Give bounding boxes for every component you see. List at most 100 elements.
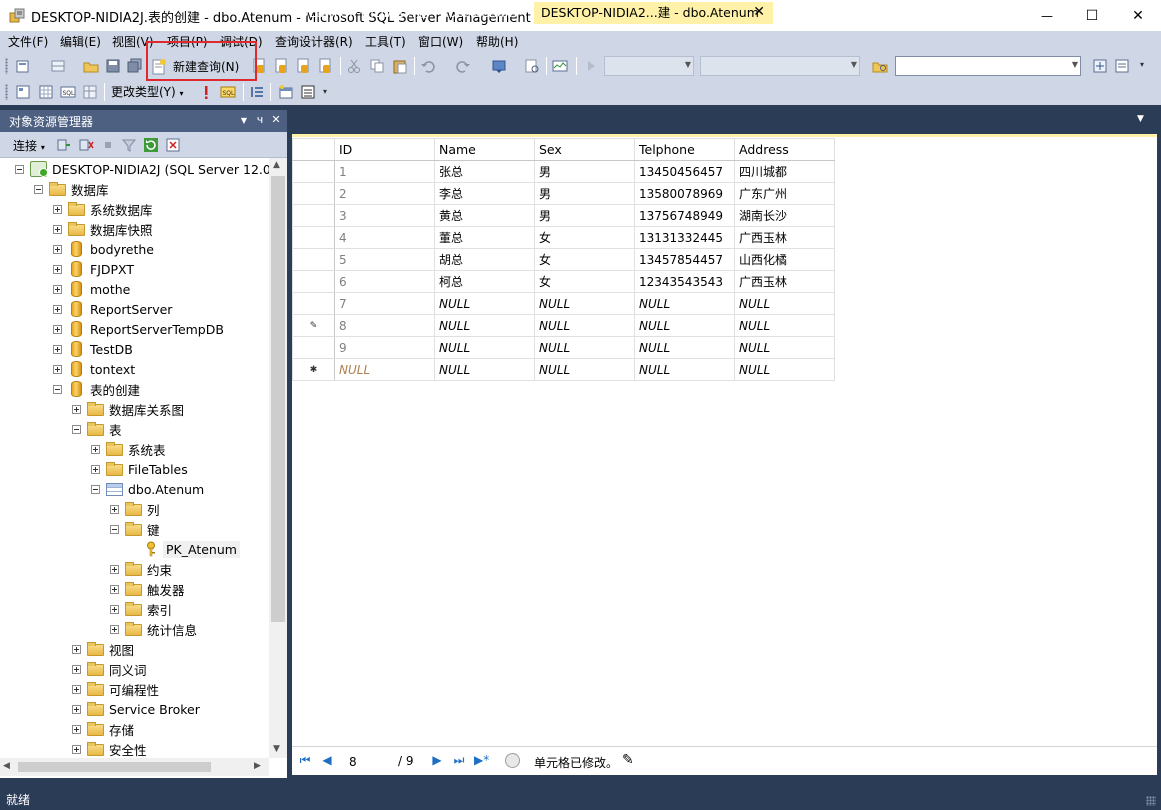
menu-tools[interactable]: 工具(T) bbox=[362, 31, 409, 53]
new-derived-table-icon[interactable] bbox=[299, 83, 317, 101]
expand-icon[interactable] bbox=[53, 284, 62, 294]
grid-cell[interactable]: 柯总 bbox=[434, 270, 535, 293]
row-header-corner[interactable] bbox=[292, 138, 335, 161]
grid-cell[interactable]: 广西玉林 bbox=[734, 226, 835, 249]
grid-cell[interactable]: 女 bbox=[534, 270, 635, 293]
cut-icon[interactable] bbox=[345, 57, 363, 75]
column-header[interactable]: ID bbox=[334, 138, 435, 161]
grid-cell[interactable]: 男 bbox=[534, 182, 635, 205]
tree-node-database[interactable]: ReportServerTempDB bbox=[53, 319, 224, 339]
save-icon[interactable] bbox=[104, 57, 122, 75]
row-selector[interactable] bbox=[292, 204, 335, 227]
solution-config-dropdown[interactable]: ▼ bbox=[604, 56, 694, 76]
tree-node-statistics[interactable]: 统计信息 bbox=[110, 619, 197, 639]
grid-cell[interactable]: NULL bbox=[334, 358, 435, 381]
column-header[interactable]: Address bbox=[734, 138, 835, 161]
tree-node-security[interactable]: 安全性 bbox=[72, 739, 147, 758]
activity-monitor-icon[interactable] bbox=[551, 57, 569, 75]
add-table-icon[interactable] bbox=[277, 83, 295, 101]
new-record-icon[interactable]: ▶* bbox=[474, 753, 489, 769]
row-selector[interactable] bbox=[292, 270, 335, 293]
save-all-icon[interactable] bbox=[126, 57, 144, 75]
expand-icon[interactable] bbox=[53, 264, 62, 274]
show-criteria-pane-icon[interactable] bbox=[37, 83, 55, 101]
stop-icon[interactable] bbox=[505, 753, 520, 768]
collapse-icon[interactable] bbox=[72, 424, 81, 434]
grid-cell[interactable]: 董总 bbox=[434, 226, 535, 249]
grid-cell[interactable]: 5 bbox=[334, 248, 435, 271]
grid-cell[interactable]: 13580078969 bbox=[634, 182, 735, 205]
tree-node-synonyms[interactable]: 同义词 bbox=[72, 659, 147, 679]
menu-edit[interactable]: 编辑(E) bbox=[57, 31, 104, 53]
expand-icon[interactable] bbox=[53, 224, 62, 234]
current-row-input[interactable]: 8 bbox=[344, 752, 390, 771]
row-selector[interactable]: ✱ bbox=[292, 358, 335, 381]
row-selector[interactable] bbox=[292, 182, 335, 205]
dmx-query-icon[interactable] bbox=[294, 57, 312, 75]
row-selector[interactable] bbox=[292, 292, 335, 315]
add-item-icon[interactable] bbox=[49, 57, 67, 75]
expand-icon[interactable] bbox=[110, 504, 119, 514]
row-selector[interactable] bbox=[292, 226, 335, 249]
pin-icon[interactable]: ч bbox=[253, 113, 267, 129]
open-folder-icon[interactable] bbox=[82, 57, 100, 75]
menu-help[interactable]: 帮助(H) bbox=[473, 31, 521, 53]
grid-cell[interactable]: NULL bbox=[534, 292, 635, 315]
grid-cell[interactable]: 12343543543 bbox=[634, 270, 735, 293]
tree-node-storage[interactable]: 存储 bbox=[72, 719, 134, 739]
show-sql-pane-icon[interactable]: SQL bbox=[59, 83, 77, 101]
grid-cell[interactable]: 13756748949 bbox=[634, 204, 735, 227]
tree-node-primary-key[interactable]: PK_Atenum bbox=[144, 539, 240, 559]
previous-record-icon[interactable]: ◀ bbox=[320, 753, 334, 769]
expand-icon[interactable] bbox=[53, 364, 62, 374]
connect-button[interactable]: 连接 ▾ bbox=[13, 137, 45, 154]
grid-cell[interactable]: 广西玉林 bbox=[734, 270, 835, 293]
copy-icon[interactable] bbox=[368, 57, 386, 75]
toolbar-grip[interactable] bbox=[5, 84, 8, 100]
expand-icon[interactable] bbox=[91, 444, 100, 454]
menu-query-designer[interactable]: 查询设计器(R) bbox=[272, 31, 356, 53]
grid-cell[interactable]: NULL bbox=[634, 336, 735, 359]
maximize-button[interactable]: ☐ bbox=[1069, 0, 1115, 31]
grid-cell[interactable]: NULL bbox=[634, 314, 735, 337]
expand-icon[interactable] bbox=[53, 344, 62, 354]
expand-icon[interactable] bbox=[72, 644, 81, 654]
navigate-icon[interactable] bbox=[490, 57, 508, 75]
scroll-right-icon[interactable]: ▶ bbox=[254, 761, 261, 771]
grid-cell[interactable]: NULL bbox=[734, 358, 835, 381]
analysis-query-icon[interactable] bbox=[272, 57, 290, 75]
panel-close-icon[interactable]: ✕ bbox=[269, 113, 283, 129]
grid-cell[interactable]: 山西化橘 bbox=[734, 248, 835, 271]
grid-cell[interactable]: 6 bbox=[334, 270, 435, 293]
grid-cell[interactable]: 男 bbox=[534, 204, 635, 227]
grid-cell[interactable]: NULL bbox=[434, 314, 535, 337]
filter-icon[interactable] bbox=[120, 136, 138, 154]
tree-node-filetables[interactable]: FileTables bbox=[91, 459, 188, 479]
expand-icon[interactable] bbox=[72, 404, 81, 414]
undo-icon[interactable] bbox=[419, 57, 437, 75]
show-diagram-pane-icon[interactable] bbox=[14, 83, 32, 101]
tree-node-keys[interactable]: 键 bbox=[110, 519, 160, 539]
toolbar-overflow-icon[interactable]: ▾ bbox=[1140, 60, 1144, 69]
expand-icon[interactable] bbox=[53, 304, 62, 314]
redo-icon[interactable] bbox=[454, 57, 472, 75]
next-record-icon[interactable]: ▶ bbox=[430, 753, 444, 769]
tree-node-tables[interactable]: 表 bbox=[72, 419, 122, 439]
grid-cell[interactable]: 四川城都 bbox=[734, 160, 835, 183]
tree-scroll-thumb[interactable] bbox=[271, 176, 285, 622]
grid-cell[interactable]: 3 bbox=[334, 204, 435, 227]
grid-cell[interactable]: NULL bbox=[534, 314, 635, 337]
row-selector[interactable] bbox=[292, 336, 335, 359]
grid-cell[interactable]: 7 bbox=[334, 292, 435, 315]
close-button[interactable]: ✕ bbox=[1115, 0, 1161, 31]
grid-cell[interactable]: NULL bbox=[434, 292, 535, 315]
collapse-icon[interactable] bbox=[34, 184, 43, 194]
collapse-icon[interactable] bbox=[91, 484, 100, 494]
expand-icon[interactable] bbox=[72, 704, 81, 714]
search-combo[interactable]: ▼ bbox=[895, 56, 1081, 76]
column-header[interactable]: Name bbox=[434, 138, 535, 161]
grid-cell[interactable]: NULL bbox=[734, 314, 835, 337]
execute-sql-icon[interactable] bbox=[197, 83, 215, 101]
collapse-icon[interactable] bbox=[53, 384, 62, 394]
grid-cell[interactable]: 广东广州 bbox=[734, 182, 835, 205]
